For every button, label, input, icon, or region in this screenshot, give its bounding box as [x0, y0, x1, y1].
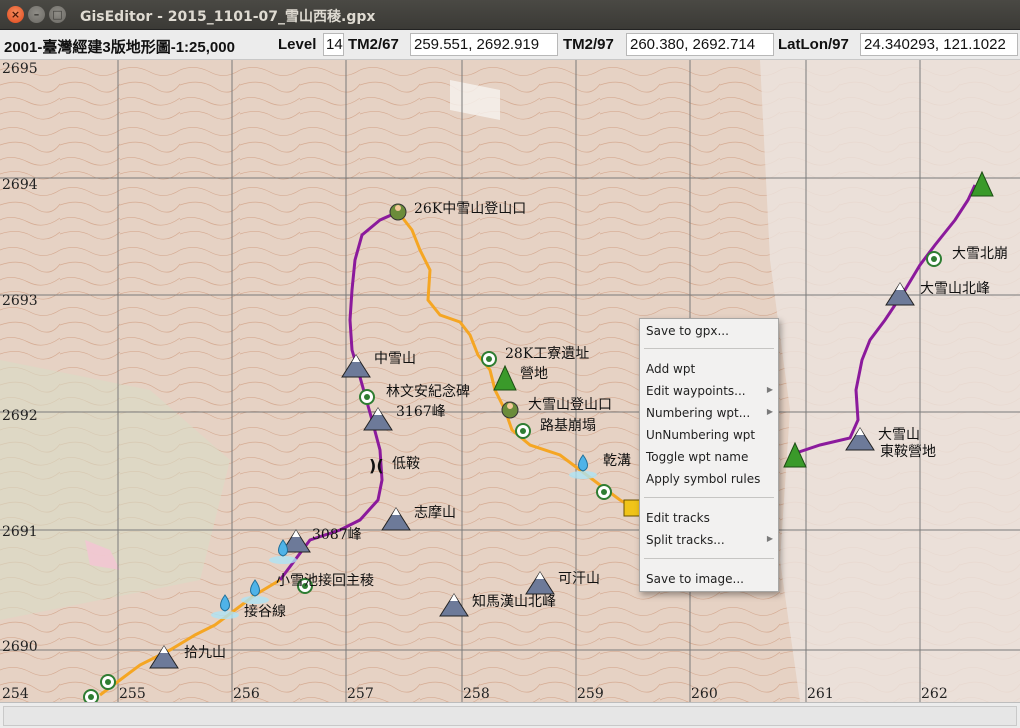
menu-item-label: Numbering wpt...: [646, 406, 751, 420]
waypoint-label: 知馬漢山北峰: [472, 593, 556, 610]
y-tick-label: 2691: [2, 524, 38, 540]
waypoint-circle-icon[interactable]: [515, 423, 531, 439]
menu-item-save-to-image[interactable]: Save to image...: [641, 569, 777, 591]
waypoint-label: 中雪山: [374, 351, 416, 367]
context-menu: Save to gpx... Add wpt Edit waypoints...…: [639, 318, 779, 592]
waypoint-label: 低鞍: [392, 456, 420, 472]
minimize-window-button[interactable]: –: [28, 6, 45, 23]
waypoint-label: 乾溝: [603, 453, 631, 469]
map-name-label: 2001-臺灣經建3版地形圖-1:25,000: [4, 39, 235, 56]
svg-text:)(: )(: [369, 456, 384, 475]
menu-item-label: Edit tracks: [646, 511, 710, 525]
x-tick-label: 256: [233, 686, 260, 702]
menu-item-split-tracks[interactable]: Split tracks... ▶: [641, 530, 777, 552]
menu-item-label: Save to gpx...: [646, 324, 729, 338]
x-tick-label: 257: [347, 686, 374, 702]
tm2-67-label: TM2/67: [348, 36, 399, 53]
waypoint-label: 大雪北崩: [952, 246, 1008, 262]
menu-item-toggle-wpt-name[interactable]: Toggle wpt name: [641, 447, 777, 469]
waypoint-circle-icon[interactable]: [596, 484, 612, 500]
waypoint-label: 大雪山登山口: [528, 397, 612, 413]
y-tick-label: 2692: [2, 408, 38, 424]
menu-item-add-wpt[interactable]: Add wpt: [641, 359, 777, 381]
menu-item-label: Toggle wpt name: [646, 450, 749, 464]
x-tick-label: 262: [921, 686, 948, 702]
waypoint-label: 接谷線: [244, 603, 286, 620]
saddle-icon[interactable]: )(: [369, 456, 384, 475]
submenu-arrow-icon: ▶: [766, 407, 773, 416]
waypoint-label: 26K中雪山登山口: [414, 201, 526, 217]
x-tick-label: 254: [2, 686, 29, 702]
y-tick-label: 2690: [2, 639, 38, 655]
status-bar: [0, 702, 1020, 728]
app-window: × – □ GisEditor - 2015_1101-07_雪山西稜.gpx …: [0, 0, 1020, 728]
window-title: GisEditor - 2015_1101-07_雪山西稜.gpx: [80, 9, 376, 25]
close-window-button[interactable]: ×: [7, 6, 24, 23]
menu-item-edit-tracks[interactable]: Edit tracks: [641, 508, 777, 530]
menu-item-unnumbering-wpt[interactable]: UnNumbering wpt: [641, 425, 777, 447]
menu-item-label: UnNumbering wpt: [646, 428, 756, 442]
coordinate-toolbar: 2001-臺灣經建3版地形圖-1:25,000 Level 14 TM2/67 …: [0, 30, 1020, 60]
waypoint-circle-icon[interactable]: [481, 351, 497, 367]
waypoint-label: 志摩山: [414, 504, 456, 521]
menu-separator: [644, 497, 774, 498]
waypoint-label: 大雪山: [878, 427, 920, 443]
status-field: [3, 706, 1017, 726]
menu-item-label: Apply symbol rules: [646, 472, 761, 486]
waypoint-label: 營地: [520, 366, 548, 382]
map-canvas[interactable]: 2695 2694 2693 2692 2691 2690 254 255 25…: [0, 60, 1020, 702]
x-tick-label: 255: [119, 686, 146, 702]
tm2-97-field[interactable]: 260.380, 2692.714: [626, 33, 774, 56]
menu-item-label: Edit waypoints...: [646, 384, 746, 398]
menu-item-label: Split tracks...: [646, 533, 725, 547]
maximize-window-button[interactable]: □: [49, 6, 66, 23]
waypoint-circle-icon[interactable]: [926, 251, 942, 267]
x-tick-label: 261: [807, 686, 834, 702]
submenu-arrow-icon: ▶: [766, 534, 773, 543]
waypoint-circle-icon[interactable]: [83, 689, 99, 702]
latlon-label: LatLon/97: [778, 36, 849, 53]
waypoint-label: 大雪山北峰: [920, 281, 990, 297]
menu-item-label: Save to image...: [646, 572, 744, 586]
y-tick-label: 2695: [2, 61, 38, 77]
hiker-icon[interactable]: [501, 401, 519, 419]
x-tick-label: 260: [691, 686, 718, 702]
menu-item-edit-waypoints[interactable]: Edit waypoints... ▶: [641, 381, 777, 403]
waypoint-label: 小雪池接回主稜: [276, 572, 374, 589]
submenu-arrow-icon: ▶: [766, 385, 773, 394]
y-tick-label: 2694: [2, 177, 38, 193]
level-label: Level: [278, 36, 317, 53]
menu-item-apply-symbol-rules[interactable]: Apply symbol rules: [641, 469, 777, 491]
level-field[interactable]: 14: [323, 33, 344, 56]
tm2-97-label: TM2/97: [563, 36, 614, 53]
topographic-map[interactable]: 2695 2694 2693 2692 2691 2690 254 255 25…: [0, 60, 1020, 702]
waypoint-label: 3167峰: [396, 404, 446, 420]
waypoint-label: 28K工寮遺址: [505, 345, 589, 362]
tm2-67-field[interactable]: 259.551, 2692.919: [410, 33, 558, 56]
x-tick-label: 259: [577, 686, 604, 702]
waypoint-label: 林文安紀念碑: [386, 383, 470, 400]
hiker-icon[interactable]: [389, 203, 407, 221]
x-tick-label: 258: [463, 686, 490, 702]
latlon-field[interactable]: 24.340293, 121.1022: [860, 33, 1018, 56]
waypoint-label: 東鞍營地: [880, 444, 936, 460]
y-tick-label: 2693: [2, 293, 38, 309]
waypoint-label: 路基崩塌: [540, 417, 596, 434]
menu-item-label: Add wpt: [646, 362, 696, 376]
menu-separator: [644, 348, 774, 349]
waypoint-circle-icon[interactable]: [359, 389, 375, 405]
waypoint-circle-icon[interactable]: [100, 674, 116, 690]
title-bar: × – □ GisEditor - 2015_1101-07_雪山西稜.gpx: [0, 0, 1020, 30]
menu-separator: [644, 558, 774, 559]
waypoint-label: 拾九山: [184, 645, 226, 661]
signpost-icon[interactable]: [623, 499, 641, 517]
waypoint-label: 3087峰: [312, 527, 362, 543]
waypoint-label: 可汗山: [558, 571, 600, 587]
menu-item-save-to-gpx[interactable]: Save to gpx...: [641, 321, 777, 343]
menu-item-numbering-wpt[interactable]: Numbering wpt... ▶: [641, 403, 777, 425]
